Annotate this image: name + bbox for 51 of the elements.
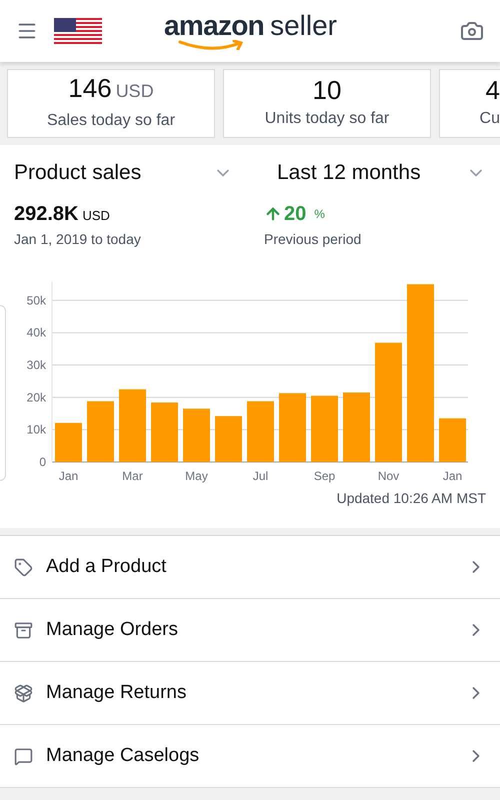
bar — [151, 402, 178, 462]
axis-label: Sep — [314, 468, 336, 482]
bar — [311, 395, 338, 462]
axis-label: 30k — [26, 358, 46, 372]
summary-card[interactable]: 4 Cu — [439, 69, 500, 138]
updated-time: Updated 10:26 AM MST — [336, 488, 486, 508]
axis-label: 40k — [26, 325, 46, 340]
axis-label: Jan — [58, 468, 78, 482]
bar — [247, 400, 274, 462]
logo-brand: amazon — [164, 12, 264, 40]
logo-product: seller — [270, 12, 337, 40]
tag-icon — [14, 558, 33, 576]
bar — [439, 418, 466, 462]
smile-arrow-icon — [178, 40, 246, 50]
axis-label: Jan — [442, 468, 462, 482]
comparison-label: Previous period — [264, 230, 362, 249]
axis-label: Nov — [378, 468, 400, 482]
card-label: Sales today so far — [46, 110, 176, 130]
bar — [55, 422, 82, 462]
card-unit: USD — [116, 80, 154, 102]
axis-label: Mar — [122, 468, 143, 482]
bar — [183, 408, 210, 462]
bar — [87, 400, 114, 462]
axis-label: 10k — [26, 422, 46, 436]
card-label: Cu — [480, 108, 500, 128]
flag-icon[interactable] — [54, 18, 102, 44]
period-dropdown[interactable]: Last 12 months — [276, 157, 486, 188]
bar — [215, 416, 242, 462]
change-unit: % — [314, 206, 325, 222]
camera-icon[interactable] — [460, 19, 484, 43]
card-value: 10 — [312, 76, 342, 102]
sales-total: 292.8K — [14, 202, 78, 226]
card-value: 4 — [486, 76, 500, 102]
summary-card[interactable]: 10 Units today so far — [223, 69, 431, 138]
sales-unit: USD — [82, 206, 110, 224]
chat-bubble-icon — [14, 746, 33, 766]
bar — [279, 392, 306, 462]
bar — [343, 392, 370, 462]
summary-card[interactable]: 146 USD Sales today so far — [7, 69, 215, 138]
change-value: 20 — [284, 202, 306, 226]
axis-label: 50k — [26, 292, 46, 307]
axis-label: 0 — [39, 454, 46, 468]
metric-dropdown[interactable]: Product sales — [14, 157, 243, 188]
date-range: Jan 1, 2019 to today — [14, 230, 142, 249]
axis-label: 20k — [26, 390, 46, 404]
package-icon — [14, 684, 33, 702]
axis-label: Jul — [252, 468, 268, 482]
box-icon — [14, 620, 33, 640]
axis-label: May — [185, 468, 208, 482]
card-label: Units today so far — [264, 108, 390, 128]
card-value: 146 — [68, 74, 112, 100]
